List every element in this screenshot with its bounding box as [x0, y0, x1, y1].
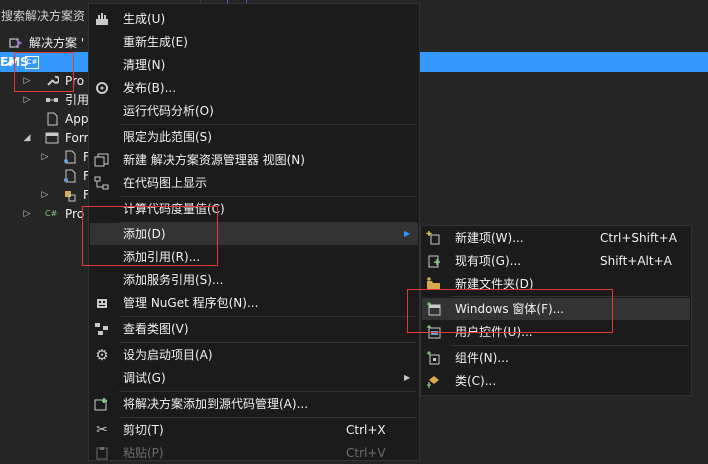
- menu-item-label: 运行代码分析(O): [123, 104, 214, 118]
- menu-separator: [119, 124, 416, 125]
- collapse-arrow-icon[interactable]: ◢: [22, 128, 32, 148]
- new-view-icon: [94, 153, 110, 167]
- source-control-icon: [94, 397, 110, 411]
- solution-label: 解决方案 ': [29, 36, 85, 50]
- menu-item-debug[interactable]: 调试(G) ▶: [90, 367, 418, 389]
- menu-item-manage-nuget[interactable]: 管理 NuGet 程序包(N)...: [90, 292, 418, 314]
- tree-item-form-child[interactable]: F: [0, 166, 90, 186]
- menu-item-shortcut: Ctrl+Shift+A: [600, 231, 677, 245]
- submenu-arrow-icon: ▶: [404, 373, 411, 382]
- menu-item-label: 调试(G): [123, 371, 166, 385]
- existing-item-icon: [426, 254, 442, 268]
- submenu-item-class[interactable]: 类(C)...: [422, 370, 690, 392]
- menu-item-clean[interactable]: 清理(N): [90, 54, 418, 76]
- tree-item-label: App: [65, 112, 89, 126]
- menu-item-label: 查看类图(V): [123, 322, 189, 336]
- csharp-file-icon: C#: [45, 209, 58, 218]
- class-diagram-icon: [94, 322, 110, 336]
- menu-item-run-code-analysis[interactable]: 运行代码分析(O): [90, 100, 418, 122]
- annotation-box-project: [14, 52, 74, 92]
- expand-arrow-icon[interactable]: ▷: [40, 185, 50, 205]
- menu-item-label: 设为启动项目(A): [123, 348, 213, 362]
- form-icon: [63, 169, 77, 183]
- menu-item-new-explorer-view[interactable]: 新建 解决方案资源管理器 视图(N): [90, 149, 418, 171]
- solution-icon: [9, 36, 23, 50]
- tree-item-label: Forr: [65, 131, 89, 145]
- references-icon: [45, 93, 59, 107]
- menu-item-label: 将解决方案添加到源代码管理(A)...: [123, 397, 309, 411]
- expand-arrow-icon[interactable]: ▷: [40, 147, 50, 167]
- menu-item-publish[interactable]: 发布(B)...: [90, 77, 418, 99]
- menu-item-cut[interactable]: ✂ 剪切(T) Ctrl+X: [90, 419, 418, 441]
- menu-item-label: 现有项(G)...: [455, 254, 522, 268]
- tree-item-form[interactable]: ◢ Forr: [0, 128, 89, 148]
- tree-item-label: 引用: [65, 93, 90, 107]
- menu-separator: [119, 417, 416, 418]
- submenu-item-component[interactable]: 组件(N)...: [422, 347, 690, 369]
- expand-arrow-icon[interactable]: ▷: [22, 90, 32, 110]
- menu-separator: [119, 342, 416, 343]
- build-icon: [94, 12, 110, 26]
- class-icon: [426, 374, 442, 388]
- gear-icon: ⚙: [95, 346, 109, 364]
- form-icon: [45, 131, 59, 145]
- menu-item-add-to-source-control[interactable]: 将解决方案添加到源代码管理(A)...: [90, 393, 418, 415]
- nuget-icon: [94, 296, 110, 310]
- menu-item-show-on-code-map[interactable]: 在代码图上显示: [90, 172, 418, 194]
- menu-item-set-startup-project[interactable]: ⚙ 设为启动项目(A): [90, 344, 418, 366]
- menu-item-label: 新建 解决方案资源管理器 视图(N): [123, 153, 305, 167]
- menu-item-label: 组件(N)...: [455, 351, 509, 365]
- annotation-box-add: [82, 206, 218, 266]
- code-map-icon: [94, 176, 110, 190]
- solution-node[interactable]: 解决方案 ': [0, 33, 90, 53]
- menu-separator: [119, 196, 416, 197]
- submenu-item-new-item[interactable]: 新建项(W)... Ctrl+Shift+A: [422, 227, 690, 249]
- menu-item-label: 添加服务引用(S)...: [123, 273, 224, 287]
- menu-item-scope-to-this[interactable]: 限定为此范围(S): [90, 126, 418, 148]
- menu-item-label: 新建项(W)...: [455, 231, 524, 245]
- menu-item-view-class-diagram[interactable]: 查看类图(V): [90, 318, 418, 340]
- publish-icon: [94, 81, 110, 95]
- submenu-item-existing-item[interactable]: 现有项(G)... Shift+Alt+A: [422, 250, 690, 272]
- menu-item-shortcut: Shift+Alt+A: [600, 254, 672, 268]
- menu-item-shortcut: Ctrl+X: [346, 423, 386, 437]
- menu-item-label: 限定为此范围(S): [123, 130, 212, 144]
- menu-item-label: 剪切(T): [123, 423, 164, 437]
- tree-item-program[interactable]: ▷ C# Pro: [0, 204, 88, 224]
- tree-item-references[interactable]: ▷ 引用: [0, 90, 90, 110]
- expand-arrow-icon[interactable]: ▷: [22, 204, 32, 224]
- menu-item-label: 类(C)...: [455, 374, 497, 388]
- menu-item-label: 发布(B)...: [123, 81, 177, 95]
- submenu-arrow-icon: ▶: [404, 229, 411, 238]
- menu-item-add-service-reference[interactable]: 添加服务引用(S)...: [90, 269, 418, 291]
- form-icon: [63, 188, 77, 202]
- menu-item-label: 清理(N): [123, 58, 166, 72]
- menu-item-label: 在代码图上显示: [123, 176, 208, 190]
- cut-icon: ✂: [96, 422, 108, 438]
- menu-item-build[interactable]: 生成(U): [90, 8, 418, 30]
- form-icon: [63, 150, 77, 164]
- tree-item-form-child[interactable]: ▷ F: [0, 147, 90, 167]
- component-icon: [426, 351, 442, 365]
- config-file-icon: [45, 112, 59, 126]
- paste-icon: [94, 446, 110, 460]
- menu-item-label: 生成(U): [123, 12, 166, 26]
- tree-item-appconfig[interactable]: App: [0, 109, 88, 129]
- new-item-icon: [426, 231, 442, 245]
- menu-separator: [119, 391, 416, 392]
- tree-item-form-child[interactable]: ▷ F: [0, 185, 90, 205]
- menu-item-label: 重新生成(E): [123, 35, 188, 49]
- collapse-arrow-icon[interactable]: ◢: [4, 57, 14, 67]
- menu-separator: [451, 345, 688, 346]
- annotation-box-windows-form: [407, 289, 613, 333]
- menu-item-label: 管理 NuGet 程序包(N)...: [123, 296, 259, 310]
- menu-separator: [119, 316, 416, 317]
- menu-item-rebuild[interactable]: 重新生成(E): [90, 31, 418, 53]
